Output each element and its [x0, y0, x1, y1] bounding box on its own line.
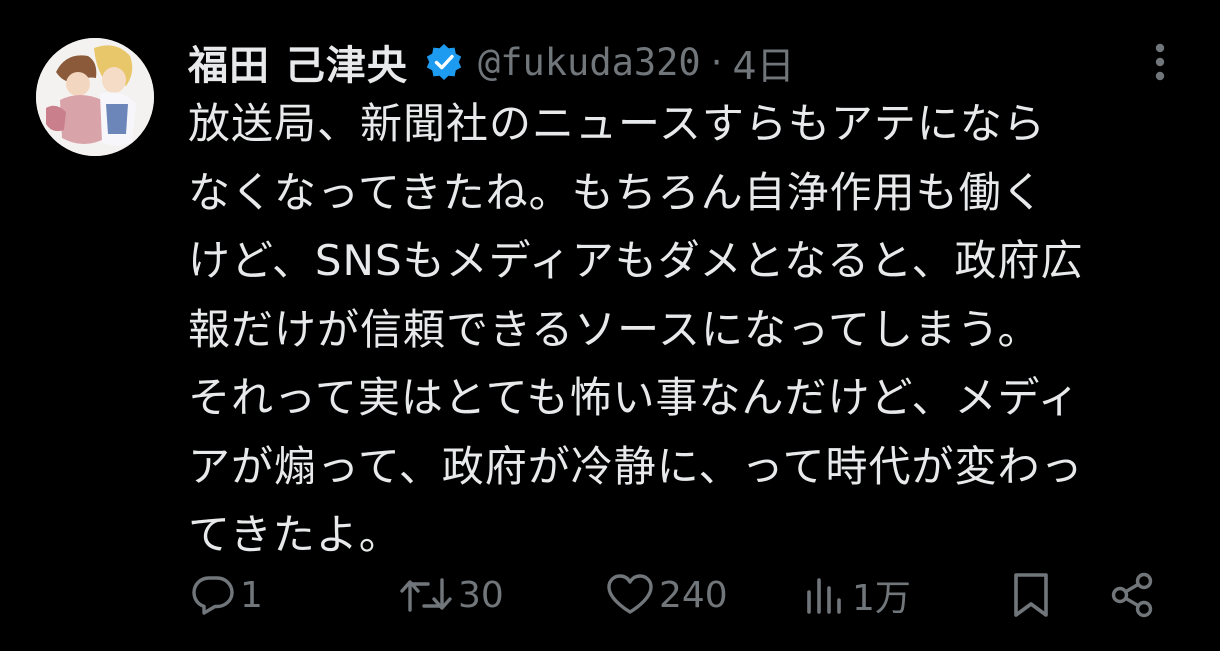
tweet-header: 福田 己津央 @fukuda320 · 4日: [188, 34, 795, 90]
avatar[interactable]: [36, 38, 154, 156]
more-options-button[interactable]: [1148, 40, 1172, 84]
tweet-text-line: けど、SNSもメディアもダメとなると、政府広: [188, 236, 1084, 285]
verified-badge-icon[interactable]: [424, 42, 464, 82]
tweet-text-line: アが煽って、政府が冷静に、って時代が変わっ: [188, 441, 1084, 491]
tweet-text: 放送局、新聞社のニュースすらもアテになら なくなってきたね。もちろん自浄作用も働…: [188, 90, 1188, 570]
like-button[interactable]: 240: [605, 565, 728, 625]
bookmark-button[interactable]: [1010, 565, 1052, 625]
author-handle[interactable]: @fukuda320: [478, 41, 701, 84]
retweet-icon: [400, 578, 452, 612]
share-icon: [1111, 572, 1153, 618]
like-count: 240: [659, 574, 728, 616]
reply-icon: [192, 576, 234, 615]
views-icon: [807, 578, 841, 614]
tweet-action-bar: 1 30 240 1万: [0, 565, 1220, 625]
header-separator: ·: [710, 40, 723, 84]
tweet-text-line: てきたよ。: [188, 510, 402, 559]
tweet-text-line: 報だけが信頼できるソースになってしまう。: [188, 304, 1041, 354]
tweet-text-line: それって実はとても怖い事なんだけど、メディ: [188, 373, 1081, 422]
views-button[interactable]: 1万: [802, 565, 911, 625]
bookmark-icon: [1014, 573, 1048, 617]
more-icon: [1155, 43, 1165, 81]
heart-icon: [607, 574, 653, 614]
author-display-name[interactable]: 福田 己津央: [188, 33, 408, 91]
avatar-image: [36, 38, 154, 156]
retweet-count: 30: [458, 574, 504, 616]
reply-count: 1: [240, 574, 263, 616]
tweet-text-line: 放送局、新聞社のニュースすらもアテになら: [188, 99, 1046, 148]
share-button[interactable]: [1108, 565, 1158, 625]
retweet-button[interactable]: 30: [398, 565, 504, 625]
view-count: 1万: [852, 578, 911, 619]
tweet-timestamp[interactable]: 4日: [732, 35, 794, 90]
reply-button[interactable]: 1: [190, 565, 263, 625]
tweet-text-line: なくなってきたね。もちろん自浄作用も働く: [188, 167, 1045, 217]
